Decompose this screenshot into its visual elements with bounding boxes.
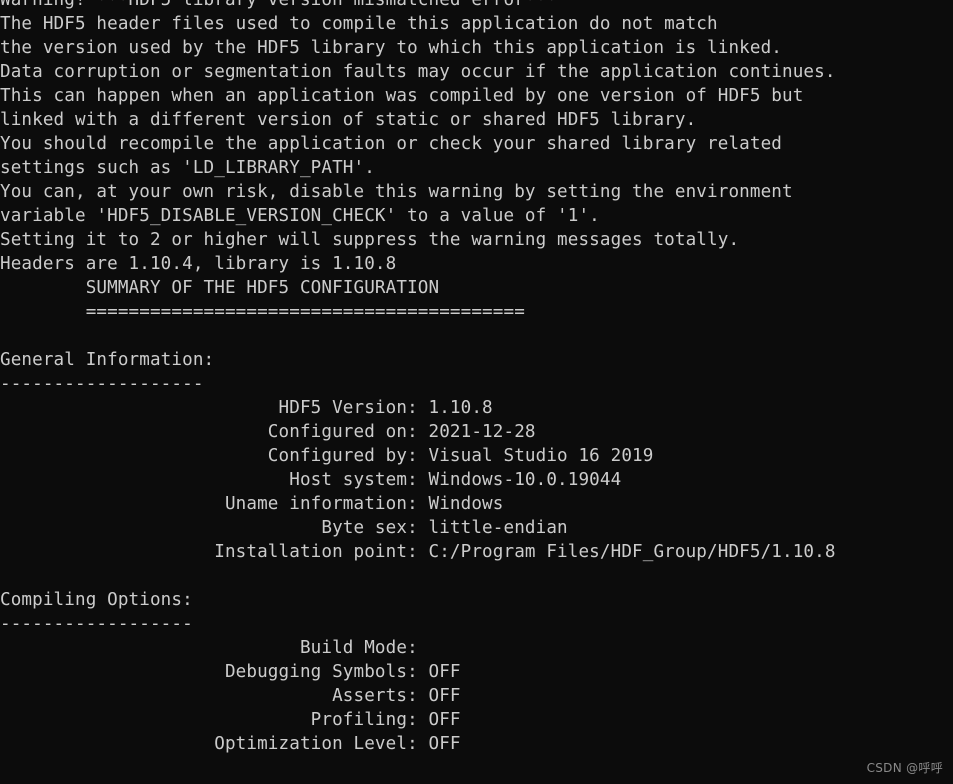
section-heading-general-information: General Information: bbox=[0, 350, 215, 370]
config-row-compiling: Optimization Level: OFF bbox=[0, 734, 461, 754]
config-row-compiling: Build Mode: bbox=[0, 638, 418, 658]
console-output: Warning! ***HDF5 library version mismatc… bbox=[0, 0, 953, 756]
config-row-compiling: Profiling: OFF bbox=[0, 710, 461, 730]
config-row-general: Byte sex: little-endian bbox=[0, 518, 568, 538]
config-row-general: Configured by: Visual Studio 16 2019 bbox=[0, 446, 654, 466]
summary-title: SUMMARY OF THE HDF5 CONFIGURATION bbox=[0, 278, 440, 298]
config-row-general: Host system: Windows-10.0.19044 bbox=[0, 470, 622, 490]
summary-rule: ========================================… bbox=[0, 302, 525, 322]
config-row-general: Configured on: 2021-12-28 bbox=[0, 422, 536, 442]
warning-line: Headers are 1.10.4, library is 1.10.8 bbox=[0, 254, 397, 274]
warning-line: variable 'HDF5_DISABLE_VERSION_CHECK' to… bbox=[0, 206, 600, 226]
terminal-window[interactable]: Warning! ***HDF5 library version mismatc… bbox=[0, 0, 953, 784]
warning-line: This can happen when an application was … bbox=[0, 86, 804, 106]
warning-line: You can, at your own risk, disable this … bbox=[0, 182, 793, 202]
warning-line: Data corruption or segmentation faults m… bbox=[0, 62, 836, 82]
warning-line: Setting it to 2 or higher will suppress … bbox=[0, 230, 740, 250]
warning-line: settings such as 'LD_LIBRARY_PATH'. bbox=[0, 158, 375, 178]
section-rule-general-information: ------------------- bbox=[0, 374, 204, 394]
warning-line: linked with a different version of stati… bbox=[0, 110, 697, 130]
section-heading-compiling-options: Compiling Options: bbox=[0, 590, 193, 610]
config-row-compiling: Debugging Symbols: OFF bbox=[0, 662, 461, 682]
warning-line: The HDF5 header files used to compile th… bbox=[0, 14, 718, 34]
config-row-general: Installation point: C:/Program Files/HDF… bbox=[0, 542, 836, 562]
warning-line: You should recompile the application or … bbox=[0, 134, 782, 154]
config-row-general: Uname information: Windows bbox=[0, 494, 504, 514]
warning-line: Warning! ***HDF5 library version mismatc… bbox=[0, 0, 558, 10]
config-row-general: HDF5 Version: 1.10.8 bbox=[0, 398, 493, 418]
section-rule-compiling-options: ------------------ bbox=[0, 614, 193, 634]
csdn-watermark: CSDN @呼呼 bbox=[866, 761, 943, 775]
config-row-compiling: Asserts: OFF bbox=[0, 686, 461, 706]
warning-line: the version used by the HDF5 library to … bbox=[0, 38, 782, 58]
